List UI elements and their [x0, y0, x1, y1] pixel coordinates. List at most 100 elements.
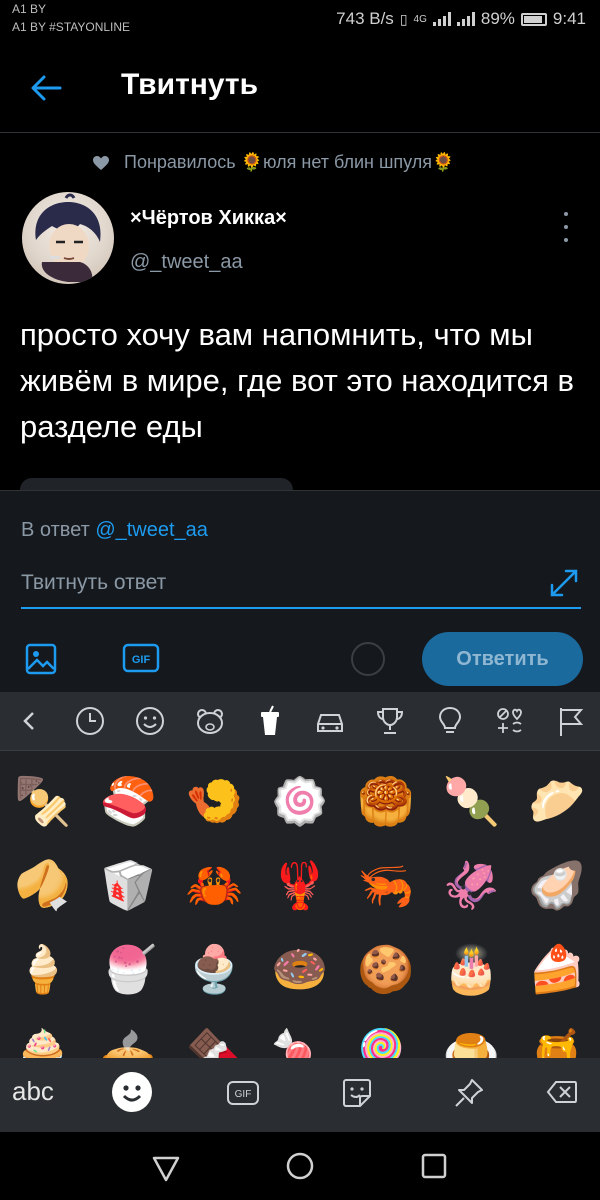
expand-button[interactable]	[548, 567, 580, 599]
reply-composer: В ответ @_tweet_aa Твитнуть ответ GIF От…	[0, 490, 600, 693]
more-options-button[interactable]	[558, 212, 574, 242]
emoji-cell[interactable]: 🍬	[257, 1011, 343, 1059]
social-context[interactable]: Понравилось 🌻юля нет блин шпуля🌻	[92, 152, 454, 173]
emoji-row: 🥠 🥡 🦀 🦞 🦐 🦑 🦪	[0, 843, 600, 927]
emoji-cell[interactable]: 🥠	[0, 843, 86, 927]
sticker-icon	[343, 1079, 371, 1107]
emoji-cell[interactable]: 🍯	[514, 1011, 600, 1059]
gif-key[interactable]: GIF	[226, 1080, 260, 1106]
network-speed: 743 B/s	[336, 9, 394, 28]
gif-icon: GIF	[227, 1081, 259, 1105]
emoji-cell[interactable]: 🦪	[514, 843, 600, 927]
emoji-cell[interactable]: 🦐	[343, 843, 429, 927]
chevron-left-icon[interactable]	[0, 692, 60, 750]
tweet-media[interactable]	[20, 478, 293, 490]
emoji-keyboard: 🍙 🍘 🍚 🍛 🍜 🍝 🍠 🍢 🍣 🍤 🍥 🥮 🍡 🥟 🥠 🥡 🦀 🦞 🦐 🦑	[0, 692, 600, 1132]
triangle-back-icon	[152, 1156, 180, 1182]
emoji-cell[interactable]: 🦀	[171, 843, 257, 927]
emoji-cell[interactable]: 🍤	[171, 759, 257, 843]
character-counter	[351, 642, 385, 676]
avatar[interactable]	[22, 192, 114, 284]
battery-icon	[520, 12, 547, 26]
heart-icon	[93, 155, 109, 170]
emoji-key[interactable]	[112, 1072, 152, 1112]
smiley-icon	[122, 1085, 142, 1102]
add-image-button[interactable]	[25, 643, 57, 675]
emoji-row: 🍢 🍣 🍤 🍥 🥮 🍡 🥟	[0, 759, 600, 843]
vibrate-icon: ▯	[399, 10, 408, 27]
display-name[interactable]: ×Чёртов Хикка×	[130, 207, 287, 230]
avatar-drawing	[35, 193, 101, 282]
square-recents-icon	[421, 1153, 447, 1179]
pin-key[interactable]	[452, 1076, 486, 1110]
emoji-cell[interactable]: 🍮	[428, 1011, 514, 1059]
abc-key[interactable]: abc	[12, 1076, 54, 1107]
emoji-cell[interactable]: 🍰	[514, 927, 600, 1011]
backspace-key[interactable]	[546, 1078, 578, 1106]
emoji-cell[interactable]: 🦑	[428, 843, 514, 927]
emoji-grid: 🍙 🍘 🍚 🍛 🍜 🍝 🍠 🍢 🍣 🍤 🍥 🥮 🍡 🥟 🥠 🥡 🦀 🦞 🦐 🦑	[0, 751, 600, 1058]
car-icon[interactable]	[300, 692, 360, 750]
liked-by-text: Понравилось 🌻юля нет блин шпуля🌻	[124, 152, 455, 172]
status-bar: A1 BY A1 BY #STAYONLINE 743 B/s ▯ 4G 89%…	[0, 0, 600, 40]
keyboard-bottom-bar: abc GIF	[0, 1058, 600, 1132]
emoji-cell[interactable]: 🥧	[86, 1011, 172, 1059]
emoji-cell[interactable]: 🍪	[343, 927, 429, 1011]
emoji-cell[interactable]: 🍢	[0, 759, 86, 843]
page-title: Твитнуть	[121, 68, 259, 101]
system-nav-bar	[0, 1132, 600, 1200]
arrow-left-icon	[31, 75, 62, 101]
reply-to-mention[interactable]: @_tweet_aa	[95, 519, 208, 541]
add-gif-button[interactable]: GIF	[122, 643, 160, 673]
emoji-category-bar	[0, 692, 600, 751]
back-button[interactable]	[26, 68, 66, 108]
emoji-cell[interactable]: 🦞	[257, 843, 343, 927]
carrier-label: A1 BY	[12, 2, 47, 16]
emoji-cell[interactable]: 🎂	[428, 927, 514, 1011]
image-icon	[25, 643, 57, 675]
top-app-bar: Твитнуть	[0, 40, 600, 133]
emoji-row: 🧁 🥧 🍫 🍬 🍭 🍮 🍯	[0, 1011, 600, 1059]
carrier-label-secondary: A1 BY #STAYONLINE	[12, 20, 131, 34]
gif-key-text: GIF	[235, 1089, 252, 1100]
emoji-cell[interactable]: 🥡	[86, 843, 172, 927]
emoji-cell[interactable]: 🍧	[86, 927, 172, 1011]
expand-icon	[550, 569, 578, 597]
emoji-cell[interactable]: 🥮	[343, 759, 429, 843]
nav-recents-button[interactable]	[418, 1150, 450, 1182]
circle-home-icon	[286, 1152, 314, 1180]
emoji-cell[interactable]: 🍨	[171, 927, 257, 1011]
bear-icon[interactable]	[180, 692, 240, 750]
emoji-cell[interactable]: 🍥	[257, 759, 343, 843]
emoji-cell[interactable]: 🍩	[257, 927, 343, 1011]
gif-text: GIF	[132, 654, 151, 666]
trophy-icon[interactable]	[360, 692, 420, 750]
symbols-icon[interactable]	[480, 692, 540, 750]
network-type: 4G	[413, 13, 427, 25]
reply-input[interactable]: Твитнуть ответ	[21, 571, 581, 609]
nav-back-button[interactable]	[150, 1152, 182, 1184]
backspace-icon	[546, 1081, 577, 1103]
emoji-cell[interactable]: 🧁	[0, 1011, 86, 1059]
clock-icon[interactable]	[60, 692, 120, 750]
reply-button[interactable]: Ответить	[422, 632, 583, 686]
emoji-row: 🍦 🍧 🍨 🍩 🍪 🎂 🍰	[0, 927, 600, 1011]
emoji-cell[interactable]: 🍭	[343, 1011, 429, 1059]
emoji-cell[interactable]: 🍡	[428, 759, 514, 843]
battery-percent: 89%	[480, 9, 515, 28]
smiley-icon[interactable]	[120, 692, 180, 750]
nav-home-button[interactable]	[284, 1150, 316, 1182]
sticker-key[interactable]	[340, 1076, 374, 1110]
emoji-cell[interactable]: 🥟	[514, 759, 600, 843]
gif-icon: GIF	[122, 643, 160, 673]
status-indicators: 743 B/s ▯ 4G 89% 9:41	[336, 9, 586, 29]
lightbulb-icon[interactable]	[420, 692, 480, 750]
emoji-cell[interactable]: 🍦	[0, 927, 86, 1011]
signal-icon-secondary	[456, 12, 475, 26]
emoji-cell[interactable]: 🍫	[171, 1011, 257, 1059]
emoji-cell[interactable]: 🍣	[86, 759, 172, 843]
user-handle[interactable]: @_tweet_aa	[130, 251, 243, 274]
flag-icon[interactable]	[540, 692, 600, 750]
cup-icon[interactable]	[240, 692, 300, 750]
reply-context: В ответ @_tweet_aa	[21, 519, 208, 542]
